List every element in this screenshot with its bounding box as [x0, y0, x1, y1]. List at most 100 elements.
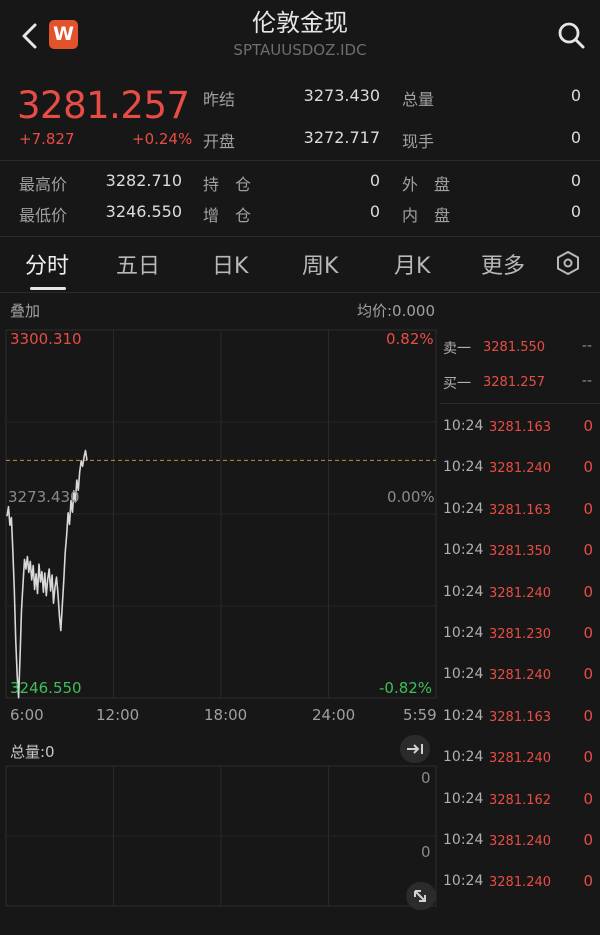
tick-qty: 0	[583, 624, 593, 642]
tick-price: 3281.240	[489, 668, 552, 684]
page-title: 伦敦金现	[252, 9, 348, 37]
stat-label: 最高价	[19, 175, 68, 194]
tick-row: 10:24 3281.240 0	[440, 580, 600, 610]
tick-time: 10:24	[443, 418, 484, 434]
time-label: 12:00	[96, 706, 140, 724]
stat-value: 3272.717	[303, 128, 380, 147]
tab-monthly-k[interactable]: 月K	[394, 248, 430, 280]
tick-price: 3281.163	[489, 709, 552, 725]
tab-intraday[interactable]: 分时	[25, 248, 69, 280]
instrument-code: SPTAUUSDOZ.IDC	[233, 41, 367, 59]
intraday-chart[interactable]	[0, 328, 440, 908]
price-change: +7.827	[19, 130, 75, 148]
tick-qty: 0	[583, 665, 593, 684]
order-qty: --	[581, 338, 592, 354]
stat-value: 0	[570, 171, 581, 190]
tick-row: 10:24 3281.163 0	[440, 497, 600, 527]
divider	[0, 160, 600, 161]
tick-row: 10:24 3281.163 0	[440, 414, 600, 444]
tick-row: 10:24 3281.240 0	[440, 828, 600, 858]
stat-value: 0	[570, 86, 581, 105]
tab-daily-k[interactable]: 日K	[212, 248, 248, 280]
time-label: 24:00	[312, 706, 356, 724]
tab-weekly-k[interactable]: 周K	[302, 248, 338, 280]
tick-time: 10:24	[443, 459, 484, 476]
tick-price: 3281.163	[489, 502, 552, 518]
axis-pct-ref: 0.00%	[387, 488, 435, 506]
tick-row: 10:24 3281.240 0	[440, 662, 600, 692]
tick-time: 10:24	[443, 625, 484, 641]
stat-label: 外 盘	[402, 175, 451, 194]
tick-time: 10:24	[443, 666, 484, 683]
tick-row: 10:24 3281.240 0	[440, 869, 600, 899]
tick-qty: 0	[583, 582, 593, 601]
tick-qty: 0	[583, 417, 593, 435]
tick-time: 10:24	[443, 790, 484, 807]
order-side-label: 买一	[443, 376, 471, 392]
tick-row: 10:24 3281.163 0	[440, 704, 600, 734]
time-label: 18:00	[204, 706, 248, 724]
stat-value: 0	[369, 171, 380, 190]
tick-row: 10:24 3281.240 0	[440, 455, 600, 485]
search-icon[interactable]	[556, 20, 586, 50]
stat-label: 开盘	[203, 132, 236, 151]
stat-label: 昨结	[203, 90, 236, 109]
tick-row: 10:24 3281.230 0	[440, 621, 600, 651]
active-tab-indicator	[30, 287, 66, 290]
tick-price: 3281.230	[489, 627, 552, 642]
stat-label: 最低价	[19, 206, 68, 225]
stat-label: 现手	[402, 132, 435, 151]
quote-panel: 3281.257 +7.827 +0.24% 昨结 3273.430 总量 0 …	[0, 80, 600, 160]
overlay-button[interactable]: 叠加	[10, 302, 40, 320]
time-label: 6:00	[10, 706, 44, 724]
tab-five-day[interactable]: 五日	[116, 248, 160, 280]
volume-total: 总量:0	[10, 743, 55, 761]
arrow-right-bar-icon	[407, 744, 423, 754]
stat-label: 内 盘	[402, 206, 451, 225]
tick-price: 3281.240	[489, 461, 552, 477]
stat-value: 3246.550	[105, 202, 182, 221]
tick-qty: 0	[583, 706, 593, 725]
divider	[440, 403, 600, 404]
tick-time: 10:24	[443, 583, 484, 600]
settings-hexagon-icon[interactable]	[555, 250, 581, 276]
tick-price: 3281.240	[489, 585, 552, 601]
app-header: W 伦敦金现 SPTAUUSDOZ.IDC	[0, 0, 600, 75]
tick-row: 10:24 3281.240 0	[440, 745, 600, 775]
tick-qty: 0	[583, 748, 593, 767]
time-label: 5:59	[403, 706, 437, 724]
last-price: 3281.257	[17, 84, 190, 127]
tick-row: 10:24 3281.350 0	[440, 538, 600, 568]
collapse-volume-button[interactable]	[400, 735, 430, 763]
order-side-label: 卖一	[443, 341, 471, 357]
chart-period-tabs: 分时 五日 日K 周K 月K 更多	[0, 236, 600, 292]
average-price: 均价:0.000	[357, 302, 435, 320]
expand-icon	[414, 890, 426, 902]
price-change-percent: +0.24%	[132, 130, 193, 148]
stat-value: 3282.710	[105, 171, 182, 190]
stat-label: 总量	[402, 90, 435, 109]
volume-axis-top: 0	[421, 769, 431, 787]
tick-time: 10:24	[443, 832, 484, 848]
order-book-row: 买一 3281.257 --	[440, 367, 600, 397]
stat-value: 0	[369, 202, 380, 221]
tab-more[interactable]: 更多	[481, 248, 525, 280]
tick-qty: 0	[583, 499, 593, 518]
fullscreen-button[interactable]	[406, 882, 436, 910]
order-price: 3281.257	[483, 375, 546, 390]
order-price: 3281.550	[483, 340, 546, 355]
axis-price-high: 3300.310	[10, 330, 82, 348]
tick-price: 3281.240	[489, 875, 552, 891]
stat-value: 0	[570, 128, 581, 147]
chart-toolbar: 叠加 均价:0.000	[10, 300, 435, 325]
stat-value: 0	[570, 202, 581, 221]
tick-time: 10:24	[443, 500, 484, 517]
chart-grid	[5, 329, 437, 907]
tick-price: 3281.162	[489, 792, 552, 808]
tick-qty: 0	[583, 789, 593, 808]
axis-price-low: 3246.550	[10, 679, 82, 697]
tick-qty: 0	[583, 831, 593, 849]
stat-label: 增 仓	[203, 206, 252, 225]
tick-time: 10:24	[443, 749, 484, 766]
tick-qty: 0	[583, 541, 593, 560]
